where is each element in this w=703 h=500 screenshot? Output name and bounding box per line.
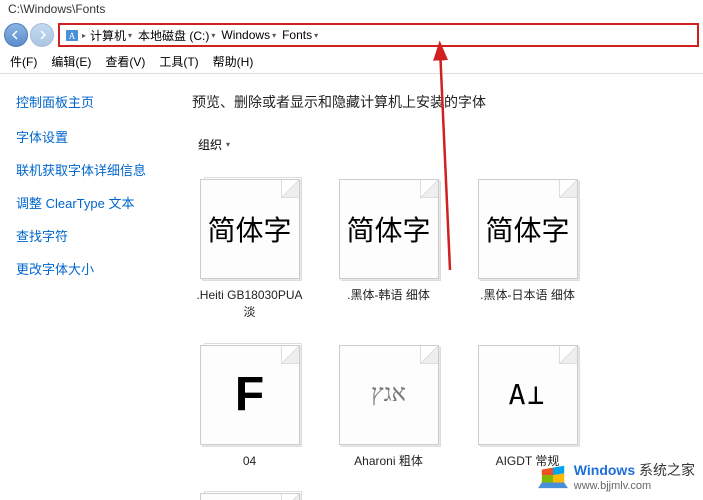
font-item[interactable]: ABG <box>192 493 307 500</box>
chevron-right-icon: ▸ <box>82 31 86 40</box>
forward-button[interactable] <box>30 23 54 47</box>
watermark-text: Windows 系统之家 www.bjjmlv.com <box>574 460 695 492</box>
chevron-down-icon: ▾ <box>226 140 230 149</box>
font-thumbnail: F <box>200 345 300 445</box>
menu-edit[interactable]: 编辑(E) <box>45 51 97 72</box>
sidebar-link-cleartype[interactable]: 调整 ClearType 文本 <box>16 193 164 212</box>
font-preview-text: 简体字 <box>485 209 569 249</box>
font-item[interactable]: אגץ Aharoni 粗体 <box>331 345 446 470</box>
back-button[interactable] <box>4 23 28 47</box>
breadcrumb-label: 计算机 <box>90 27 126 44</box>
menu-bar: 件(F) 编辑(E) 查看(V) 工具(T) 帮助(H) <box>0 50 703 74</box>
sidebar-link-find-char[interactable]: 查找字符 <box>16 226 164 245</box>
font-item[interactable]: 简体字 .黑体-韩语 细体 <box>331 179 446 321</box>
page-fold-icon <box>559 180 577 198</box>
page-description: 预览、删除或者显示和隐藏计算机上安装的字体 <box>188 92 695 112</box>
font-thumbnail: אגץ <box>339 345 439 445</box>
font-thumbnail: 简体字 <box>200 179 300 279</box>
font-preview-text: אגץ <box>371 381 406 408</box>
breadcrumb-computer[interactable]: 计算机▾ <box>88 27 134 44</box>
breadcrumb-drive-c[interactable]: 本地磁盘 (C:)▾ <box>136 27 217 44</box>
breadcrumb-label: 本地磁盘 (C:) <box>138 27 209 44</box>
page-fold-icon <box>559 346 577 364</box>
font-name: .黑体-韩语 细体 <box>347 287 430 304</box>
sidebar: 控制面板主页 字体设置 联机获取字体详细信息 调整 ClearType 文本 查… <box>0 74 180 500</box>
font-name: .Heiti GB18030PUA 淡 <box>192 287 307 321</box>
font-name: .黑体-日本语 细体 <box>480 287 575 304</box>
watermark-suffix: 系统之家 <box>639 462 695 478</box>
watermark: Windows 系统之家 www.bjjmlv.com <box>538 460 695 492</box>
sidebar-link-font-size[interactable]: 更改字体大小 <box>16 259 164 278</box>
toolbar: 组织 ▾ <box>188 130 695 159</box>
organize-label: 组织 <box>198 136 222 153</box>
font-name: Aharoni 粗体 <box>354 453 423 470</box>
font-preview-text: 简体字 <box>207 209 291 249</box>
organize-button[interactable]: 组织 ▾ <box>192 134 236 155</box>
font-thumbnail: 简体字 <box>478 179 578 279</box>
menu-view[interactable]: 查看(V) <box>99 51 151 72</box>
body-area: 控制面板主页 字体设置 联机获取字体详细信息 调整 ClearType 文本 查… <box>0 74 703 500</box>
nav-buttons <box>4 23 54 47</box>
sidebar-link-font-settings[interactable]: 字体设置 <box>16 127 164 146</box>
page-fold-icon <box>281 346 299 364</box>
window-title: C:\Windows\Fonts <box>0 0 703 20</box>
breadcrumb-path[interactable]: A ▸ 计算机▾ 本地磁盘 (C:)▾ Windows▾ Fonts▾ <box>58 23 699 47</box>
menu-file[interactable]: 件(F) <box>4 51 43 72</box>
windows-logo-icon <box>538 462 568 490</box>
breadcrumb-fonts[interactable]: Fonts▾ <box>280 28 320 42</box>
watermark-brand: Windows <box>574 462 635 478</box>
watermark-url: www.bjjmlv.com <box>574 480 695 492</box>
font-preview-text: 简体字 <box>346 209 430 249</box>
address-bar: A ▸ 计算机▾ 本地磁盘 (C:)▾ Windows▾ Fonts▾ <box>0 20 703 50</box>
breadcrumb-label: Windows <box>221 28 270 42</box>
font-item[interactable]: A⊥ AIGDT 常规 <box>470 345 585 470</box>
fonts-folder-icon: A <box>64 27 80 43</box>
font-preview-text: A⊥ <box>509 378 547 411</box>
menu-help[interactable]: 帮助(H) <box>207 51 260 72</box>
font-grid: 简体字 .Heiti GB18030PUA 淡 简体字 .黑体-韩语 细体 简体… <box>188 159 695 500</box>
breadcrumb-windows[interactable]: Windows▾ <box>219 28 278 42</box>
font-item[interactable]: 简体字 .Heiti GB18030PUA 淡 <box>192 179 307 321</box>
chevron-down-icon: ▾ <box>211 31 215 40</box>
svg-text:A: A <box>69 31 76 41</box>
font-name: 04 <box>243 453 256 470</box>
font-preview-text: F <box>235 367 264 422</box>
page-fold-icon <box>281 180 299 198</box>
chevron-down-icon: ▾ <box>314 31 318 40</box>
page-fold-icon <box>420 346 438 364</box>
chevron-down-icon: ▾ <box>272 31 276 40</box>
sidebar-title[interactable]: 控制面板主页 <box>16 92 164 111</box>
font-thumbnail: A⊥ <box>478 345 578 445</box>
font-thumbnail: ABG <box>200 493 300 500</box>
page-fold-icon <box>420 180 438 198</box>
sidebar-link-online-info[interactable]: 联机获取字体详细信息 <box>16 160 164 179</box>
breadcrumb-label: Fonts <box>282 28 312 42</box>
main-content: 预览、删除或者显示和隐藏计算机上安装的字体 组织 ▾ 简体字 .Heiti GB… <box>180 74 703 500</box>
page-fold-icon <box>281 494 299 500</box>
font-thumbnail: 简体字 <box>339 179 439 279</box>
chevron-down-icon: ▾ <box>128 31 132 40</box>
font-item[interactable]: 简体字 .黑体-日本语 细体 <box>470 179 585 321</box>
font-item[interactable]: F 04 <box>192 345 307 470</box>
menu-tools[interactable]: 工具(T) <box>153 51 204 72</box>
